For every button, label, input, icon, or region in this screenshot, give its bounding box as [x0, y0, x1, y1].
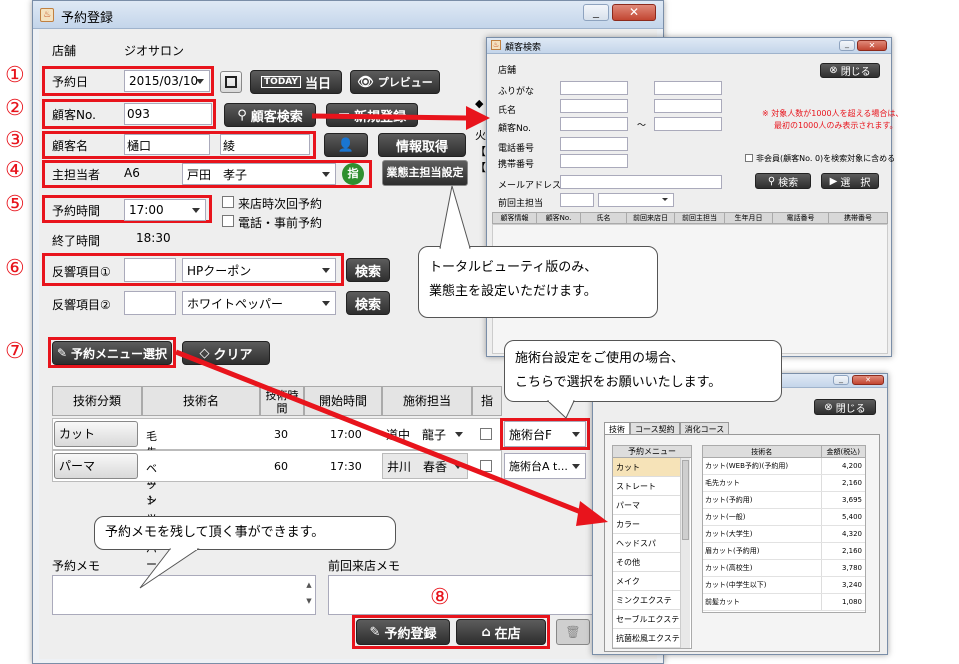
- marker-3: ③: [5, 128, 25, 153]
- marker-6: ⑥: [5, 256, 25, 281]
- marker-4: ④: [5, 158, 25, 183]
- marker-7: ⑦: [5, 339, 25, 364]
- menu-arrow: [175, 349, 587, 517]
- marker-5: ⑤: [5, 192, 25, 217]
- menu-arrow-head: [576, 501, 608, 526]
- marker-1: ①: [5, 63, 25, 88]
- search-arrow: [311, 113, 467, 121]
- marker-8: ⑧: [430, 585, 450, 610]
- seat-callout-pointer: [546, 400, 575, 419]
- marker-2: ②: [5, 96, 25, 121]
- memo-callout-pointer: [139, 548, 200, 589]
- business-callout-pointer: [439, 185, 471, 249]
- annotation-arrows: [139, 106, 608, 589]
- search-arrow-head: [466, 106, 490, 130]
